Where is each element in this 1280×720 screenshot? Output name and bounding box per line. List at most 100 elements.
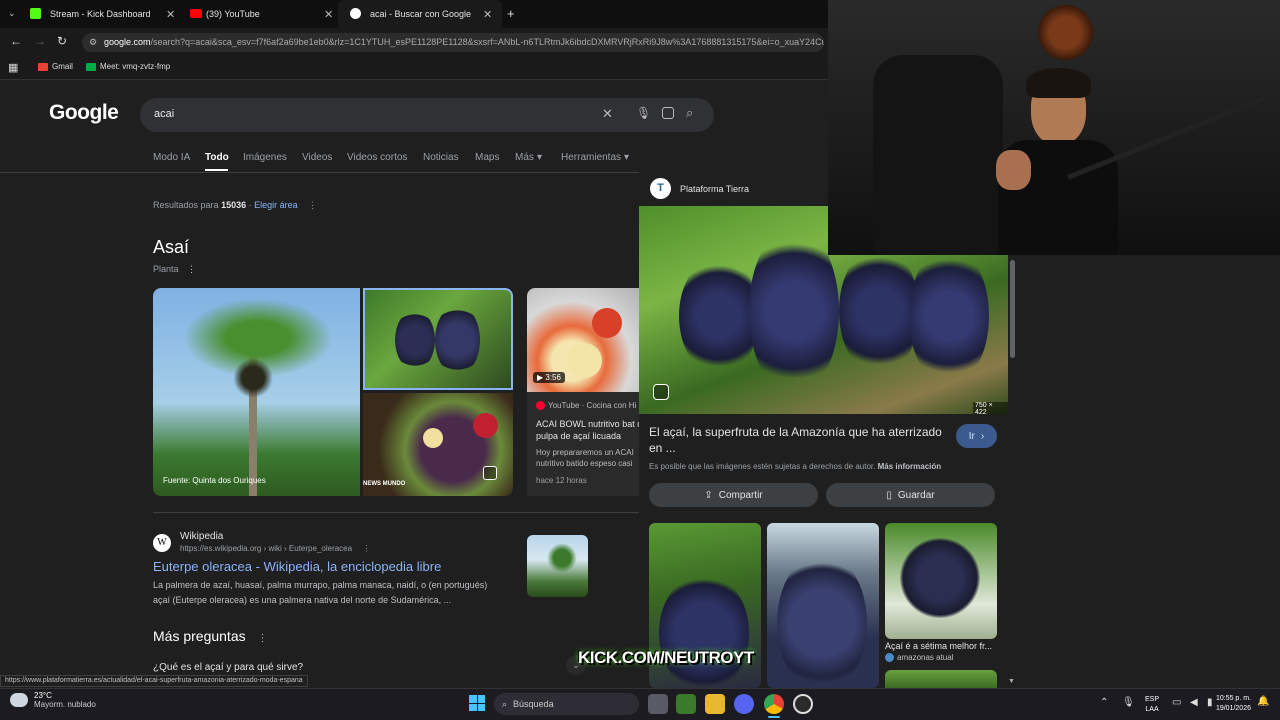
wiki-thumbnail[interactable] xyxy=(527,535,588,597)
video-title[interactable]: ACAI BOWL nutritivo bat de pulpa de açaí… xyxy=(536,418,639,442)
search-input[interactable]: acai xyxy=(154,108,174,120)
voice-search-icon[interactable]: 🎙 xyxy=(636,106,651,120)
panel-scrollbar[interactable] xyxy=(1010,260,1015,358)
network-icon[interactable]: ▭ xyxy=(1172,697,1181,708)
obs-icon[interactable] xyxy=(793,694,813,714)
video-source: YouTube · Cocina con Hi xyxy=(548,401,637,410)
taskbar-search-label: Búsqueda xyxy=(513,699,554,709)
results-prefix: Resultados para xyxy=(153,200,219,210)
file-explorer-icon[interactable] xyxy=(705,694,725,714)
kick-icon xyxy=(30,8,41,19)
acai-bowl-image[interactable]: NEWS MUNDO xyxy=(363,393,513,496)
system-tray-chevron-icon[interactable]: ⌃ xyxy=(1100,697,1108,708)
panel-source-name[interactable]: Plataforma Tierra xyxy=(680,184,749,194)
microphone-icon[interactable]: 🎙 xyxy=(1122,697,1135,708)
close-tab-icon[interactable]: ✕ xyxy=(483,8,492,21)
apps-grid-icon[interactable]: ▦ xyxy=(8,61,18,74)
search-icon[interactable]: ⌕ xyxy=(686,105,693,121)
status-url: https://www.plataformatierra.es/actualid… xyxy=(0,675,308,687)
related-image-4[interactable] xyxy=(885,670,997,688)
weather-temp: 23°C xyxy=(34,691,52,700)
wiki-title-link[interactable]: Euterpe oleracea - Wikipedia, la enciclo… xyxy=(153,559,441,574)
knowledge-title: Asaí xyxy=(153,237,190,257)
wiki-url[interactable]: https://es.wikipedia.org › wiki › Euterp… xyxy=(180,544,352,553)
image-dimensions: 750 × 422 xyxy=(973,402,1008,414)
more-info-link[interactable]: Más información xyxy=(878,462,942,471)
google-logo[interactable]: Google xyxy=(49,101,119,125)
close-tab-icon[interactable]: ✕ xyxy=(324,8,333,21)
minecraft-icon[interactable] xyxy=(676,694,696,714)
speaker-icon[interactable]: ◀ xyxy=(1190,697,1198,708)
tab-youtube[interactable]: (39) YouTube ✕ xyxy=(176,0,340,28)
search-box[interactable]: acai ✕ 🎙 ⌕ xyxy=(140,98,714,132)
new-tab-icon[interactable]: + xyxy=(507,6,515,21)
related-image-3[interactable] xyxy=(885,523,997,639)
more-options-icon[interactable]: ⋮ xyxy=(187,264,196,274)
palm-tree-image[interactable]: Fuente: Quinta dos Ouriques xyxy=(153,288,360,496)
clock[interactable]: 10:55 p. m. 19/01/2026 xyxy=(1205,694,1251,714)
notification-bell-icon[interactable]: 🔔 xyxy=(1257,696,1269,707)
windows-start-icon[interactable] xyxy=(469,695,485,711)
acai-berries-image[interactable] xyxy=(363,288,513,390)
video-thumbnail[interactable]: ▶ 3:56 xyxy=(527,288,639,392)
tab-ai-mode[interactable]: Modo IA xyxy=(153,152,190,163)
more-options-icon[interactable]: ⋮ xyxy=(362,544,370,553)
bookmark-meet[interactable]: Meet: vmq-zvtz-fmp xyxy=(86,62,170,71)
tab-more[interactable]: Más xyxy=(515,152,534,163)
change-location-link[interactable]: Elegir área xyxy=(254,200,298,210)
streamer-hair xyxy=(1026,68,1091,98)
section-divider xyxy=(153,512,639,513)
go-button[interactable]: Ir › xyxy=(956,424,997,448)
tab-maps[interactable]: Maps xyxy=(475,152,499,163)
copyright-note: Es posible que las imágenes estén sujeta… xyxy=(649,462,876,471)
panel-source-icon: T xyxy=(650,178,671,199)
panel-image-title[interactable]: El açaí, la superfruta de la Amazonía qu… xyxy=(649,424,945,456)
related-caption[interactable]: Açaí é a sétima melhor fr... xyxy=(885,641,1000,651)
related-source: amazonas atual xyxy=(897,653,954,662)
browser-tab-bar: ⌄ Stream - Kick Dashboard ✕ (39) YouTube… xyxy=(0,0,828,28)
reload-icon[interactable]: ↻ xyxy=(57,34,67,48)
wiki-site[interactable]: Wikipedia xyxy=(180,531,223,542)
lens-icon[interactable] xyxy=(653,384,669,400)
share-button[interactable]: ⇪ Compartir xyxy=(649,483,818,507)
tab-all[interactable]: Todo xyxy=(205,152,229,163)
url-domain: google.com xyxy=(104,37,151,47)
wikipedia-favicon: W xyxy=(153,534,171,552)
tab-news[interactable]: Noticias xyxy=(423,152,459,163)
task-view-icon[interactable] xyxy=(648,694,668,714)
lens-icon[interactable] xyxy=(662,107,674,119)
taskbar-search[interactable]: ⌕ Búsqueda xyxy=(494,693,639,715)
save-button[interactable]: ▯ Guardar xyxy=(826,483,995,507)
clock-time: 10:55 p. m. xyxy=(1215,695,1251,702)
chrome-icon[interactable] xyxy=(764,694,784,714)
more-options-icon[interactable]: ⋮ xyxy=(258,633,268,644)
paa-question[interactable]: ¿Qué es el açaí y para qué sirve? xyxy=(153,662,303,673)
tab-tools[interactable]: Herramientas xyxy=(561,152,621,163)
view-image-icon[interactable] xyxy=(483,466,497,480)
tab-videos[interactable]: Videos xyxy=(302,152,332,163)
bookmark-gmail[interactable]: Gmail xyxy=(38,62,73,71)
tabs-divider xyxy=(0,172,639,173)
tab-short-videos[interactable]: Videos cortos xyxy=(347,152,407,163)
back-icon[interactable]: ← xyxy=(10,34,22,48)
discord-icon[interactable] xyxy=(734,694,754,714)
weather-widget[interactable]: 23°C Mayorm. nublado xyxy=(10,691,96,709)
video-info[interactable]: YouTube · Cocina con Hi ACAI BOWL nutrit… xyxy=(527,392,639,496)
knowledge-subtitle: Planta ⋮ xyxy=(153,264,196,275)
tab-images[interactable]: Imágenes xyxy=(243,152,287,163)
url-field[interactable]: ⚙ google.com/search?q=acai&sca_esv=f7f6a… xyxy=(82,33,824,52)
tab-google-active[interactable]: acai - Buscar con Google ✕ xyxy=(338,0,502,28)
site-info-icon[interactable]: ⚙ xyxy=(89,33,97,52)
tab-list-chevron-icon[interactable]: ⌄ xyxy=(8,8,16,19)
more-options-icon[interactable]: ⋮ xyxy=(308,200,317,210)
close-tab-icon[interactable]: ✕ xyxy=(166,8,175,21)
related-image-2[interactable] xyxy=(767,523,879,688)
page-scrollbar-arrow-icon[interactable]: ▼ xyxy=(1008,678,1015,685)
streamer-logo xyxy=(1038,5,1093,60)
video-snippet: Hoy prepararemos un ACAI nutritivo batid… xyxy=(536,448,634,468)
forward-icon[interactable]: → xyxy=(34,34,46,48)
clear-icon[interactable]: ✕ xyxy=(602,106,613,122)
webcam-overlay xyxy=(828,0,1280,255)
language-indicator[interactable]: ESP LAA xyxy=(1145,695,1159,715)
tab-kick[interactable]: Stream - Kick Dashboard ✕ xyxy=(18,0,182,28)
